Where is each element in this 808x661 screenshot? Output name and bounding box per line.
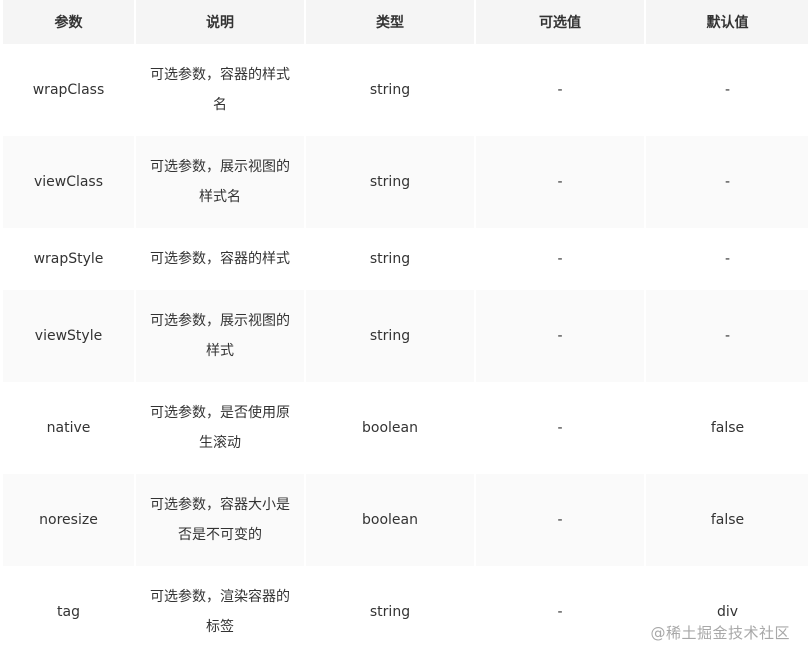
- desc-cell: 可选参数，容器大小是否是不可变的: [136, 474, 304, 566]
- header-desc: 说明: [136, 0, 304, 44]
- default-cell: -: [646, 228, 808, 290]
- options-cell: -: [476, 44, 644, 136]
- params-table: 参数 说明 类型 可选值 默认值 wrapClass 可选参数，容器的样式名 s…: [1, 0, 808, 658]
- desc-cell: 可选参数，容器的样式名: [136, 44, 304, 136]
- header-default: 默认值: [646, 0, 808, 44]
- desc-cell: 可选参数，是否使用原生滚动: [136, 382, 304, 474]
- type-cell: string: [306, 44, 474, 136]
- header-row: 参数 说明 类型 可选值 默认值: [3, 0, 808, 44]
- param-cell: wrapStyle: [3, 228, 134, 290]
- default-cell: false: [646, 474, 808, 566]
- default-cell: -: [646, 136, 808, 228]
- table-row: viewStyle 可选参数，展示视图的样式 string - -: [3, 290, 808, 382]
- desc-cell: 可选参数，展示视图的样式: [136, 290, 304, 382]
- table-row: native 可选参数，是否使用原生滚动 boolean - false: [3, 382, 808, 474]
- desc-cell: 可选参数，展示视图的样式名: [136, 136, 304, 228]
- header-options: 可选值: [476, 0, 644, 44]
- type-cell: string: [306, 228, 474, 290]
- desc-text: 可选参数，是否使用原生滚动: [150, 405, 290, 451]
- type-cell: boolean: [306, 474, 474, 566]
- options-cell: -: [476, 474, 644, 566]
- param-cell: viewStyle: [3, 290, 134, 382]
- options-cell: -: [476, 228, 644, 290]
- desc-text: 可选参数，容器的样式名: [150, 67, 290, 113]
- type-cell: string: [306, 566, 474, 658]
- default-cell: -: [646, 44, 808, 136]
- type-cell: string: [306, 136, 474, 228]
- table-row: wrapClass 可选参数，容器的样式名 string - -: [3, 44, 808, 136]
- desc-text: 可选参数，展示视图的样式名: [150, 159, 290, 205]
- desc-text: 可选参数，容器大小是否是不可变的: [150, 497, 290, 543]
- desc-text: 可选参数，展示视图的样式: [150, 313, 290, 359]
- table-row: wrapStyle 可选参数，容器的样式 string - -: [3, 228, 808, 290]
- table-row: tag 可选参数，渲染容器的标签 string - div: [3, 566, 808, 658]
- type-cell: boolean: [306, 382, 474, 474]
- table-row: viewClass 可选参数，展示视图的样式名 string - -: [3, 136, 808, 228]
- options-cell: -: [476, 290, 644, 382]
- desc-text: 可选参数，渲染容器的标签: [150, 589, 290, 635]
- param-cell: viewClass: [3, 136, 134, 228]
- param-cell: tag: [3, 566, 134, 658]
- param-cell: wrapClass: [3, 44, 134, 136]
- default-cell: -: [646, 290, 808, 382]
- type-cell: string: [306, 290, 474, 382]
- param-cell: noresize: [3, 474, 134, 566]
- default-cell: false: [646, 382, 808, 474]
- default-cell: div: [646, 566, 808, 658]
- watermark: @稀土掘金技术社区: [650, 624, 790, 642]
- options-cell: -: [476, 136, 644, 228]
- param-cell: native: [3, 382, 134, 474]
- header-type: 类型: [306, 0, 474, 44]
- desc-cell: 可选参数，容器的样式: [136, 228, 304, 290]
- desc-cell: 可选参数，渲染容器的标签: [136, 566, 304, 658]
- table-row: noresize 可选参数，容器大小是否是不可变的 boolean - fals…: [3, 474, 808, 566]
- header-param: 参数: [3, 0, 134, 44]
- options-cell: -: [476, 566, 644, 658]
- options-cell: -: [476, 382, 644, 474]
- desc-text: 可选参数，容器的样式: [150, 251, 290, 267]
